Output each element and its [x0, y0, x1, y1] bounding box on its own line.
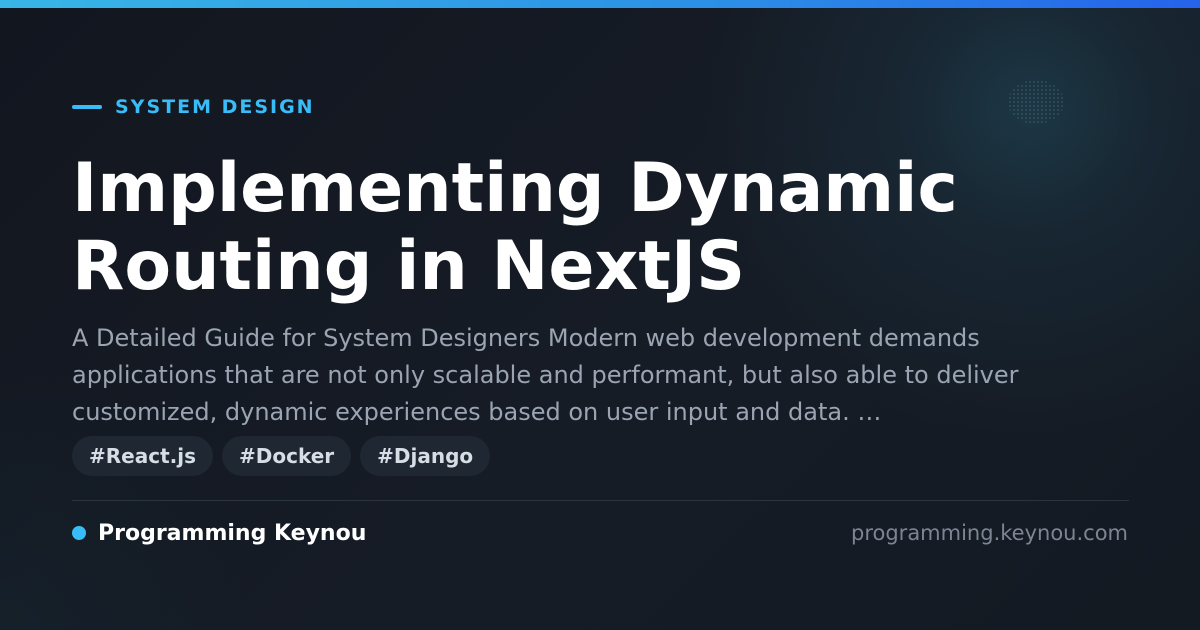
site-url: programming.keynou.com — [851, 521, 1128, 545]
top-accent-bar — [0, 0, 1200, 8]
category: SYSTEM DESIGN — [72, 94, 315, 120]
brand-dot-icon — [72, 526, 86, 540]
tag-docker: #Docker — [222, 436, 352, 476]
category-accent-line — [72, 105, 102, 109]
article-card: SYSTEM DESIGN Implementing Dynamic Routi… — [0, 0, 1200, 630]
category-label: SYSTEM DESIGN — [115, 96, 315, 118]
decorative-dot-pattern — [1008, 80, 1064, 124]
article-title: Implementing Dynamic Routing in NextJS — [72, 149, 958, 306]
footer-divider — [72, 500, 1129, 501]
brand-name: Programming Keynou — [98, 520, 367, 546]
tag-list: #React.js #Docker #Django — [72, 436, 491, 476]
brand: Programming Keynou — [72, 518, 366, 548]
tag-react-js: #React.js — [72, 436, 213, 476]
tag-django: #Django — [360, 436, 491, 476]
article-description: A Detailed Guide for System Designers Mo… — [72, 324, 1019, 426]
